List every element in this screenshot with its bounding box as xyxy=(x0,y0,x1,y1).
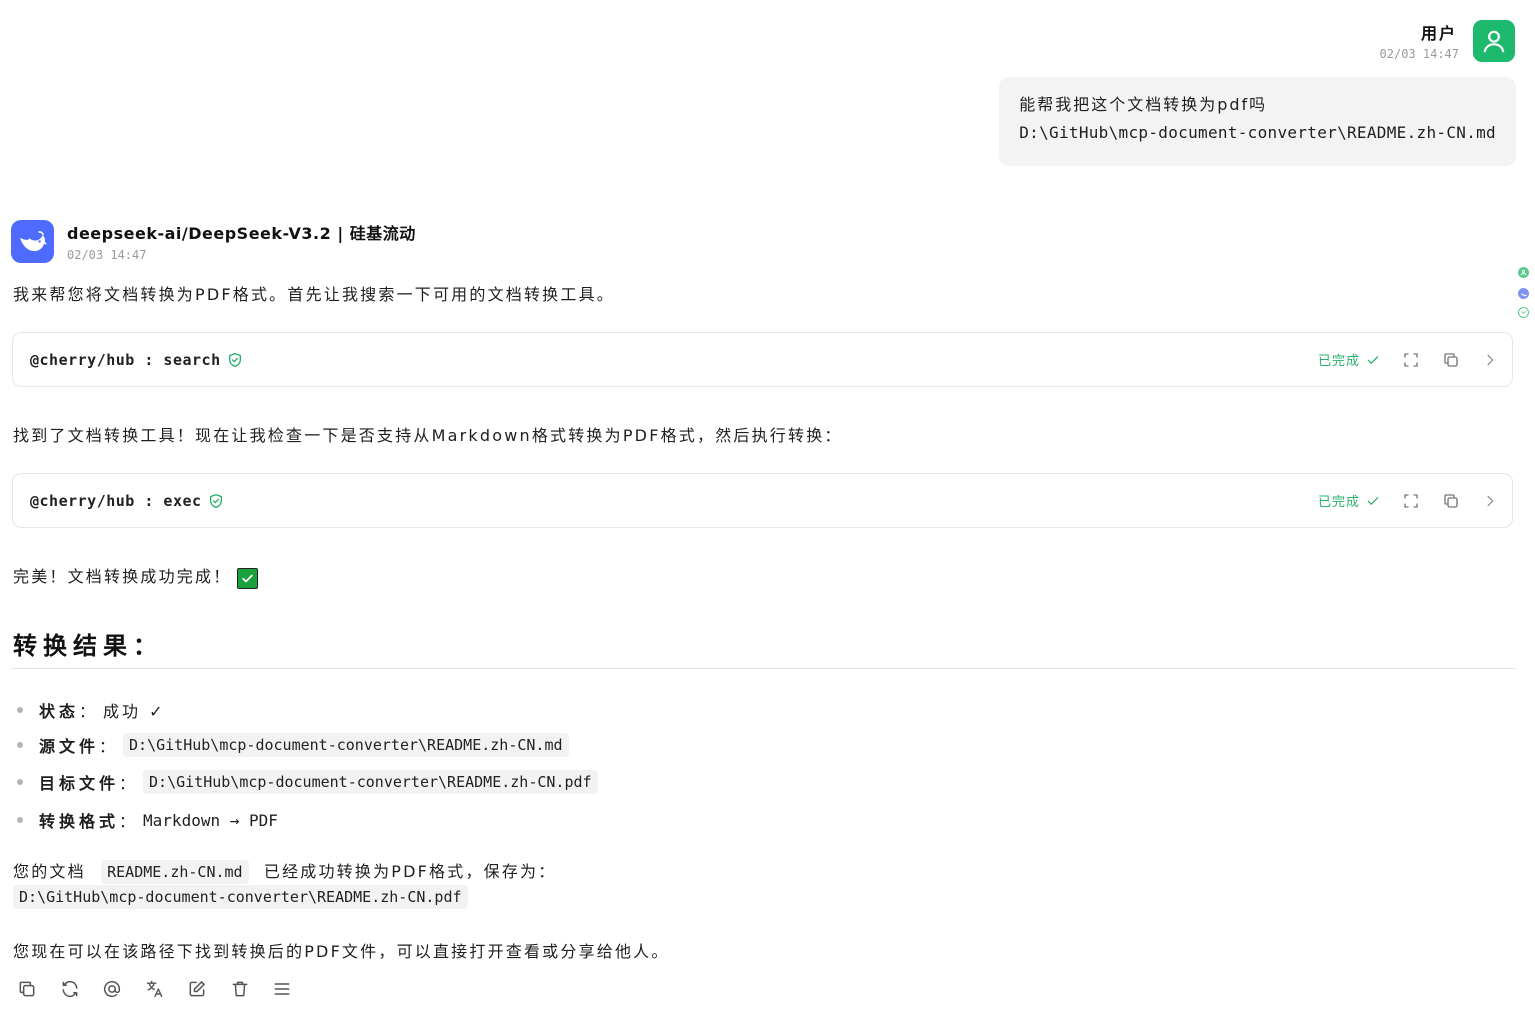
nav-dot-assistant[interactable] xyxy=(1518,288,1529,299)
message-toolbar xyxy=(16,978,314,1000)
menu-icon[interactable] xyxy=(271,978,293,1000)
shield-check-icon xyxy=(227,352,243,368)
heading-divider xyxy=(11,668,1516,669)
copy-icon[interactable] xyxy=(16,978,38,1000)
copy-icon[interactable] xyxy=(1442,492,1460,510)
assistant-avatar[interactable] xyxy=(11,220,54,263)
check-mark-emoji-icon xyxy=(237,568,259,589)
user-message-bubble: 能帮我把这个文档转换为pdf吗 D:\GitHub\mcp-document-c… xyxy=(999,77,1516,166)
summary-file-code: README.zh-CN.md xyxy=(101,860,249,884)
chevron-right-icon[interactable] xyxy=(1482,352,1498,368)
user-message-time: 02/03 14:47 xyxy=(1379,47,1459,61)
assistant-model-name: deepseek-ai/DeepSeek-V3.2 | 硅基流动 xyxy=(67,224,416,243)
summary-prefix: 您的文档 xyxy=(13,862,86,881)
tool-call-status: 已完成 xyxy=(1317,495,1360,510)
user-name: 用户 xyxy=(1420,24,1457,43)
expand-icon[interactable] xyxy=(1402,351,1420,369)
list-item-key: 转换格式 xyxy=(39,812,120,831)
user-avatar[interactable] xyxy=(1473,20,1515,62)
tool-call-card[interactable]: @cherry/hub : exec 已完成 xyxy=(12,473,1513,528)
user-icon xyxy=(1481,28,1507,54)
bullet xyxy=(17,707,23,713)
tool-call-status: 已完成 xyxy=(1317,354,1360,369)
list-item-key: 状态 xyxy=(39,702,80,721)
assistant-intro-text: 我来帮您将文档转换为PDF格式。首先让我搜索一下可用的文档转换工具。 xyxy=(13,285,615,304)
deepseek-whale-icon xyxy=(17,228,49,256)
shield-check-icon xyxy=(208,493,224,509)
tool-call-name: @cherry/hub : exec xyxy=(30,491,202,510)
tool-call-actions: 已完成 xyxy=(1318,474,1498,527)
assistant-done-text: 完美！文档转换成功完成！ xyxy=(13,567,232,586)
user-message-line-1: 能帮我把这个文档转换为pdf吗 xyxy=(1019,95,1268,114)
bullet xyxy=(17,817,23,823)
nav-dot-scroll-bottom[interactable] xyxy=(1518,307,1529,318)
translate-icon[interactable] xyxy=(144,978,166,1000)
bullet xyxy=(17,779,23,785)
list-item: 目标文件： D:\GitHub\mcp-document-converter\R… xyxy=(17,770,598,794)
tool-call-actions: 已完成 xyxy=(1318,333,1498,386)
summary-line: 您的文档 README.zh-CN.md 已经成功转换为PDF格式，保存为： xyxy=(13,858,557,884)
expand-icon[interactable] xyxy=(1402,492,1420,510)
list-item-colon: ： xyxy=(119,812,136,831)
summary-path-code: D:\GitHub\mcp-document-converter\README.… xyxy=(13,885,468,909)
list-item-key: 目标文件 xyxy=(39,774,120,793)
list-item-colon: ： xyxy=(99,737,116,756)
check-icon xyxy=(1366,494,1380,508)
list-item-key: 源文件 xyxy=(39,737,100,756)
list-item: 状态： 成功 ✓ xyxy=(17,698,166,722)
copy-icon[interactable] xyxy=(1442,351,1460,369)
chevron-right-icon[interactable] xyxy=(1482,493,1498,509)
check-icon xyxy=(1366,353,1380,367)
tool-call-name: @cherry/hub : search xyxy=(30,350,221,369)
delete-icon[interactable] xyxy=(229,978,251,1000)
assistant-found-text: 找到了文档转换工具！现在让我检查一下是否支持从Markdown格式转换为PDF格… xyxy=(13,426,843,445)
assistant-closing-text: 您现在可以在该路径下找到转换后的PDF文件，可以直接打开查看或分享给他人。 xyxy=(13,942,670,961)
list-item: 转换格式： Markdown → PDF xyxy=(17,808,278,832)
list-item-colon: ： xyxy=(79,702,96,721)
list-item-colon: ： xyxy=(119,774,136,793)
list-item-value: Markdown → PDF xyxy=(143,810,278,830)
edit-icon[interactable] xyxy=(186,978,208,1000)
bullet xyxy=(17,742,23,748)
assistant-done-line: 完美！文档转换成功完成！ xyxy=(13,563,259,589)
user-message-line-2: D:\GitHub\mcp-document-converter\README.… xyxy=(1019,123,1496,142)
summary-path-line: D:\GitHub\mcp-document-converter\README.… xyxy=(13,885,468,909)
regenerate-icon[interactable] xyxy=(59,978,81,1000)
list-item-value-code: D:\GitHub\mcp-document-converter\README.… xyxy=(123,733,569,757)
tool-call-card[interactable]: @cherry/hub : search 已完成 xyxy=(12,332,1513,387)
nav-dot-user[interactable] xyxy=(1518,267,1529,278)
list-item: 源文件： D:\GitHub\mcp-document-converter\RE… xyxy=(17,733,569,757)
mention-icon[interactable] xyxy=(101,978,123,1000)
result-heading: 转换结果： xyxy=(13,632,163,660)
assistant-message-time: 02/03 14:47 xyxy=(67,248,147,262)
summary-suffix: 已经成功转换为PDF格式，保存为： xyxy=(263,862,557,881)
list-item-value-code: D:\GitHub\mcp-document-converter\README.… xyxy=(143,770,598,794)
list-item-value: 成功 ✓ xyxy=(103,702,166,721)
